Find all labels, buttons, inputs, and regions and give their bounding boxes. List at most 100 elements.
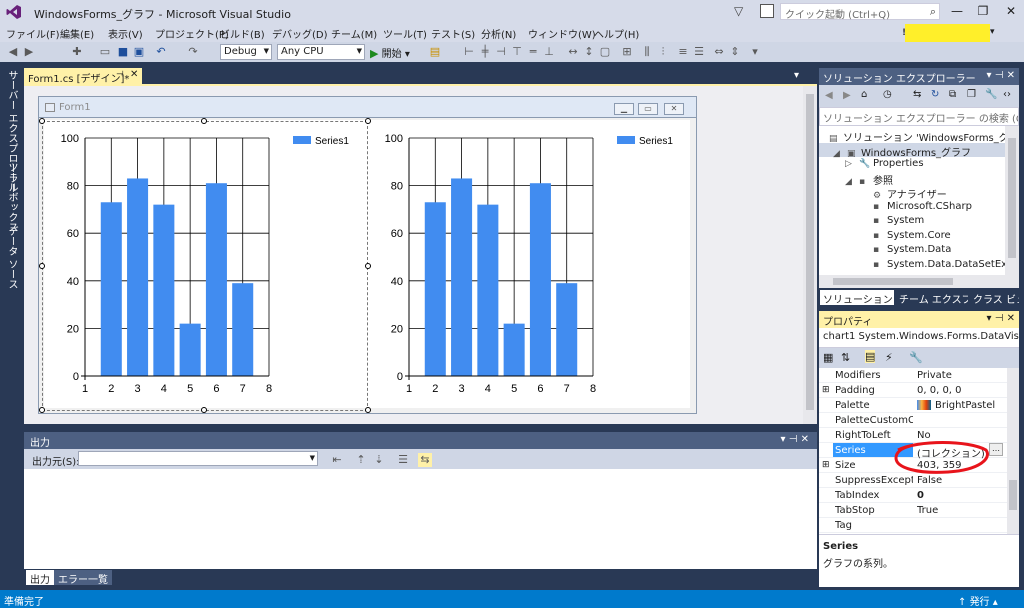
- back-icon[interactable]: ◀: [825, 90, 833, 101]
- user-account-area[interactable]: [905, 24, 990, 44]
- increase-spacing-icon[interactable]: ⫶: [656, 45, 670, 59]
- scrollbar-thumb[interactable]: [1008, 138, 1016, 258]
- chevron-down-icon[interactable]: ▾: [990, 27, 995, 37]
- home-icon[interactable]: ⌂: [861, 89, 867, 100]
- toolbar-overflow-icon[interactable]: ▾: [748, 45, 762, 59]
- output-source-dropdown[interactable]: ▼: [78, 451, 318, 466]
- solution-search-input[interactable]: ソリューション エクスプローラー の検索 (Ctrl+;): [819, 107, 1019, 126]
- code-view-icon[interactable]: ‹›: [1003, 89, 1011, 100]
- same-width-icon[interactable]: ↔: [566, 45, 580, 59]
- toolbox-tab[interactable]: ツールボックス: [5, 162, 19, 232]
- property-row-tag[interactable]: Tag: [819, 518, 1007, 533]
- tree-node-properties[interactable]: ▷ 🔧 Properties: [845, 158, 924, 169]
- resize-handle-ne[interactable]: [365, 118, 371, 124]
- collapse-all-icon[interactable]: ⧉: [949, 89, 956, 100]
- categorized-icon[interactable]: ▦: [823, 351, 833, 364]
- tab-error-list[interactable]: エラー一覧: [54, 570, 112, 586]
- forward-icon[interactable]: ▶: [843, 90, 851, 101]
- expand-icon[interactable]: ⊞: [822, 460, 830, 470]
- close-icon[interactable]: ✕: [130, 69, 138, 80]
- find-icon[interactable]: ▤: [428, 45, 442, 59]
- tab-team-explorer[interactable]: チーム エクスプロ...: [896, 290, 968, 305]
- align-bottom-icon[interactable]: ⊥: [542, 45, 556, 59]
- tab-output[interactable]: 出力: [26, 570, 54, 586]
- next-message-icon[interactable]: ⇣: [372, 453, 386, 467]
- property-value[interactable]: Private: [917, 370, 1007, 381]
- scrollbar-thumb[interactable]: [833, 278, 953, 285]
- minimize-button[interactable]: —: [948, 4, 966, 18]
- refresh-icon[interactable]: ↻: [931, 89, 939, 100]
- menu-build[interactable]: ビルド(B): [220, 26, 265, 41]
- document-tab-form1[interactable]: Form1.cs [デザイン]* ⊣ ✕: [24, 68, 142, 85]
- data-sources-tab[interactable]: データ ソース: [5, 226, 19, 289]
- align-right-icon[interactable]: ⊣: [494, 45, 508, 59]
- tab-solution-explorer[interactable]: ソリューション エ...: [820, 290, 894, 305]
- property-value[interactable]: False: [917, 475, 1007, 486]
- property-row-padding[interactable]: ⊞ Padding 0, 0, 0, 0: [819, 383, 1007, 398]
- form1-titlebar[interactable]: Form1: [38, 96, 697, 118]
- resize-handle-e[interactable]: [365, 263, 371, 269]
- horizontal-spacing-icon[interactable]: ⫼: [640, 45, 654, 59]
- back-icon[interactable]: ◀: [6, 45, 20, 59]
- decrease-spacing-icon[interactable]: ☰: [692, 45, 706, 59]
- tree-node-ref[interactable]: ▪ System: [873, 215, 924, 226]
- property-row-modifiers[interactable]: Modifiers Private: [819, 368, 1007, 383]
- clear-all-icon[interactable]: ☰: [396, 453, 410, 467]
- same-height-icon[interactable]: ↕: [582, 45, 596, 59]
- property-row-palettecustomcolors[interactable]: PaletteCustomColors: [819, 413, 1007, 428]
- notification-filter-icon[interactable]: ▽: [734, 4, 743, 18]
- events-icon[interactable]: ⚡: [885, 351, 893, 364]
- platform-dropdown[interactable]: Any CPU ▼: [277, 44, 365, 60]
- property-row-tabstop[interactable]: TabStop True: [819, 503, 1007, 518]
- find-message-icon[interactable]: ⇤: [330, 453, 344, 467]
- tree-node-references[interactable]: ◢ ▪ 参照: [845, 172, 893, 187]
- show-all-files-icon[interactable]: ❐: [967, 89, 976, 100]
- menu-analyze[interactable]: 分析(N): [481, 26, 516, 41]
- panel-controls-icon[interactable]: ▾ ⊣ ✕: [781, 434, 809, 445]
- resize-handle-se[interactable]: [365, 407, 371, 413]
- restore-button[interactable]: ❐: [974, 4, 992, 18]
- property-value[interactable]: BrightPastel: [917, 400, 1007, 411]
- close-button[interactable]: ✕: [1002, 4, 1020, 18]
- center-vertically-icon[interactable]: ⇕: [728, 45, 742, 59]
- menu-edit[interactable]: 編集(E): [60, 26, 94, 41]
- word-wrap-icon[interactable]: ⇆: [418, 453, 432, 467]
- tree-node-ref[interactable]: ▪ System.Core: [873, 230, 951, 241]
- scrollbar-thumb[interactable]: [806, 94, 814, 410]
- tree-node-ref[interactable]: ▪ System.Data.DataSetExtensions: [873, 259, 1019, 270]
- designer-vertical-scrollbar[interactable]: [803, 86, 817, 424]
- size-to-grid-icon[interactable]: ⊞: [620, 45, 634, 59]
- scrollbar-thumb[interactable]: [1009, 480, 1017, 510]
- menu-team[interactable]: チーム(M): [331, 26, 377, 41]
- property-row-palette[interactable]: Palette BrightPastel: [819, 398, 1007, 413]
- align-top-icon[interactable]: ⊤: [510, 45, 524, 59]
- start-debugging-button[interactable]: ▶ 開始 ▾: [370, 45, 410, 60]
- tree-node-ref[interactable]: ▪ System.Data: [873, 244, 951, 255]
- resize-handle-s[interactable]: [201, 407, 207, 413]
- align-center-icon[interactable]: ╪: [478, 45, 492, 59]
- solution-tree-horizontal-scrollbar[interactable]: [819, 275, 1019, 288]
- property-row-tabindex[interactable]: TabIndex 0: [819, 488, 1007, 503]
- properties-icon[interactable]: 🔧: [985, 89, 997, 100]
- menu-debug[interactable]: デバッグ(D): [272, 26, 328, 41]
- property-value[interactable]: True: [917, 505, 1007, 516]
- resize-handle-n[interactable]: [201, 118, 207, 124]
- tab-class-view[interactable]: クラス ビュー: [970, 290, 1019, 305]
- resize-handle-sw[interactable]: [39, 407, 45, 413]
- panel-controls-icon[interactable]: ▾ ⊣ ✕: [987, 70, 1015, 81]
- property-value[interactable]: 0, 0, 0, 0: [917, 385, 1007, 396]
- save-icon[interactable]: ■: [116, 45, 130, 59]
- undo-icon[interactable]: ↶: [154, 45, 168, 59]
- vertical-spacing-icon[interactable]: ≡: [676, 45, 690, 59]
- tree-node-ref[interactable]: ▪ Microsoft.CSharp: [873, 201, 972, 212]
- output-text-area[interactable]: [24, 469, 817, 569]
- menu-tools[interactable]: ツール(T): [383, 26, 427, 41]
- redo-icon[interactable]: ↷: [186, 45, 200, 59]
- property-pages-icon[interactable]: 🔧: [909, 351, 923, 364]
- menu-view[interactable]: 表示(V): [108, 26, 143, 41]
- align-left-icon[interactable]: ⊢: [462, 45, 476, 59]
- property-grid-scrollbar[interactable]: [1007, 368, 1019, 534]
- solution-tree-vertical-scrollbar[interactable]: [1005, 126, 1019, 275]
- menu-help[interactable]: ヘルプ(H): [594, 26, 639, 41]
- alphabetical-icon[interactable]: ⇅: [841, 351, 850, 364]
